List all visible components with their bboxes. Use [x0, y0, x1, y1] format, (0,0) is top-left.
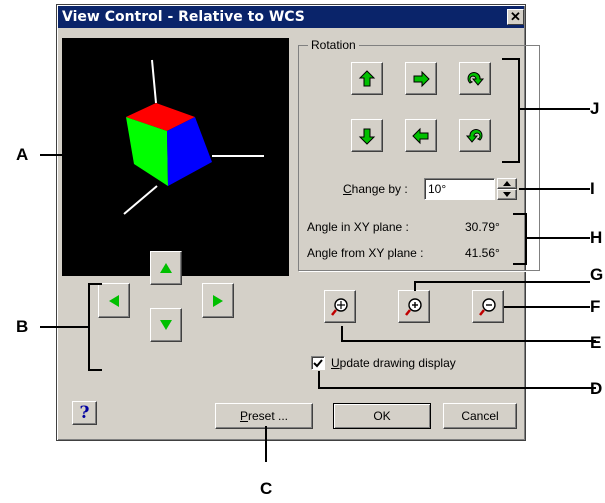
ok-button[interactable]: OK — [333, 403, 431, 429]
cancel-button[interactable]: Cancel — [443, 403, 517, 429]
callout-e: E — [590, 333, 602, 352]
zoom-in-button[interactable] — [398, 290, 430, 323]
rotate-counterclockwise-button[interactable] — [459, 119, 491, 152]
callout-line-a — [40, 154, 64, 156]
cancel-button-label: Cancel — [461, 409, 499, 423]
ok-button-label: OK — [373, 409, 391, 423]
rotate-horizontal-reverse-button[interactable] — [405, 119, 437, 152]
callout-line-i — [519, 188, 590, 190]
callout-line-h — [527, 237, 590, 239]
rotate-clockwise-icon — [467, 71, 485, 86]
callout-g: G — [590, 265, 604, 284]
zoom-out-button[interactable] — [472, 290, 504, 323]
preset-button-label: Preset ... — [239, 409, 289, 423]
rotate-horizontal-icon — [413, 70, 430, 87]
callout-line-e — [341, 326, 596, 342]
pan-right-button[interactable] — [202, 283, 234, 318]
callout-line-j — [520, 108, 590, 110]
callout-line-d — [318, 371, 596, 389]
rotation-group-label: Rotation — [308, 38, 359, 52]
arrow-left-icon — [109, 294, 119, 307]
rotate-clockwise-button[interactable] — [459, 62, 491, 95]
callout-d: D — [590, 379, 603, 398]
callout-line-b — [40, 326, 88, 328]
angle-xy-label: Angle in XY plane : — [307, 220, 409, 234]
callout-line-c — [265, 426, 267, 462]
pan-down-button[interactable] — [150, 308, 182, 342]
spinner-up-button[interactable] — [497, 178, 517, 189]
arrow-right-icon — [213, 294, 223, 307]
callout-j: J — [590, 99, 600, 118]
bracket-h — [513, 213, 527, 265]
rotate-down-icon — [358, 128, 376, 145]
update-drawing-label: Update drawing display — [331, 356, 456, 370]
angle-from-label: Angle from XY plane : — [307, 246, 424, 260]
update-drawing-checkbox[interactable] — [311, 356, 325, 370]
callout-a: A — [16, 145, 29, 164]
angle-from-value: 41.56° — [465, 246, 500, 260]
help-button[interactable]: ? — [72, 401, 97, 425]
zoom-extents-button[interactable] — [324, 290, 356, 323]
pan-up-button[interactable] — [150, 251, 182, 285]
arrow-down-icon — [160, 320, 172, 330]
callout-f: F — [590, 297, 601, 316]
callout-h: H — [590, 228, 603, 247]
change-by-label: Change by : — [343, 182, 408, 196]
zoom-extents-icon — [331, 297, 348, 316]
zoom-out-icon — [479, 297, 496, 316]
rotate-down-button[interactable] — [351, 119, 383, 152]
dialog-title: View Control - Relative to WCS — [62, 9, 305, 25]
spinner-down-icon — [503, 192, 511, 197]
rotate-counterclockwise-icon — [465, 128, 483, 143]
cube-preview-icon — [123, 59, 264, 215]
spinner-down-button[interactable] — [497, 189, 517, 200]
rotate-up-button[interactable] — [351, 62, 383, 95]
close-icon: ✕ — [510, 9, 521, 24]
callout-line-g — [414, 281, 590, 291]
arrow-up-icon — [160, 263, 172, 273]
callout-b: B — [16, 317, 29, 336]
help-icon: ? — [79, 403, 90, 423]
callout-line-f — [504, 306, 590, 308]
bracket-b — [88, 283, 102, 371]
zoom-in-icon — [405, 297, 422, 316]
preset-button[interactable]: Preset ... — [215, 403, 313, 429]
callout-c: C — [260, 479, 273, 498]
rotate-up-icon — [358, 69, 376, 86]
checkmark-icon — [313, 359, 323, 368]
callout-i: I — [590, 179, 595, 198]
change-by-value: 10° — [428, 182, 447, 196]
change-by-input[interactable]: 10° — [424, 178, 495, 200]
pan-left-button[interactable] — [98, 283, 130, 318]
bracket-j — [502, 58, 520, 163]
spinner-up-icon — [503, 181, 511, 186]
close-button[interactable]: ✕ — [507, 9, 524, 25]
view-preview — [62, 38, 289, 276]
angle-xy-value: 30.79° — [465, 220, 500, 234]
rotate-horizontal-reverse-icon — [412, 127, 429, 144]
rotate-horizontal-button[interactable] — [405, 62, 437, 95]
